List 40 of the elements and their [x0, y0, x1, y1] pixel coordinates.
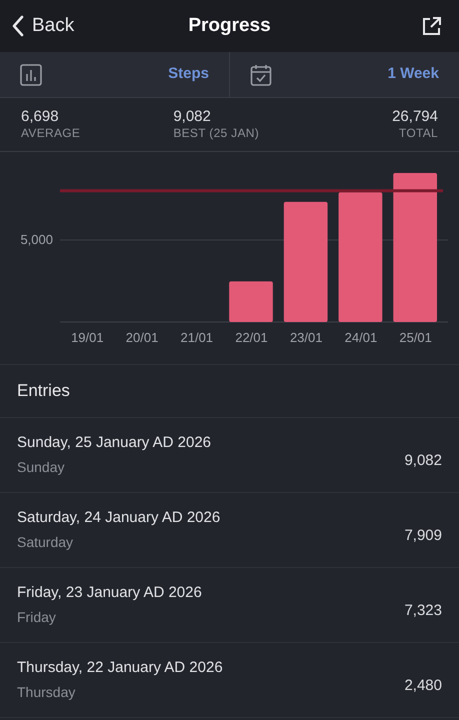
metric-selector[interactable]: Steps [168, 63, 209, 86]
bar [229, 281, 273, 322]
entry-weekday: Saturday [17, 533, 74, 552]
stat-label: AVERAGE [21, 126, 80, 142]
entry-value: 2,480 [404, 676, 442, 696]
axis-label: 20/01 [126, 330, 158, 345]
stat-value: 26,794 [392, 108, 438, 126]
axis-label: 22/01 [235, 330, 268, 345]
entry-row[interactable]: Saturday, 24 January AD 2026 Saturday 7,909 [0, 493, 459, 568]
entry-weekday: Friday [17, 608, 57, 628]
entry-row[interactable]: Friday, 23 January AD 2026 Friday 7,323 [0, 568, 459, 643]
bar-chart-icon[interactable] [20, 64, 42, 86]
entry-date: Saturday, 24 January AD 2026 [17, 508, 220, 528]
axis-label: 21/01 [180, 330, 214, 345]
stat-label: BEST (25 JAN) [173, 126, 260, 142]
entry-date: Sunday, 25 January AD 2026 [17, 432, 212, 453]
section-heading: Entries [0, 365, 459, 418]
axis-label: 25/01 [399, 330, 432, 345]
stat-label: TOTAL [398, 126, 438, 142]
entry-row[interactable]: Thursday, 22 January AD 2026 Thursday 2,480 [0, 643, 459, 718]
axis-label: 19/01 [71, 330, 104, 345]
stat-value: 9,082 [173, 108, 211, 126]
entry-value: 9,082 [404, 450, 442, 471]
period-selector[interactable]: 1 Week [388, 63, 439, 86]
chevron-left-icon [12, 15, 24, 37]
back-button[interactable]: Back [12, 12, 74, 40]
entry-value: 7,323 [404, 600, 442, 621]
screen-title: Progress [188, 14, 271, 38]
entry-date: Friday, 23 January AD 2026 [17, 582, 202, 603]
axis-label: 23/01 [290, 330, 322, 345]
entry-row[interactable]: Sunday, 25 January AD 2026 Sunday 9,082 [0, 418, 459, 493]
share-icon[interactable] [421, 15, 443, 37]
stat-value: 6,698 [21, 108, 59, 126]
entry-weekday: Sunday [17, 458, 66, 478]
entry-weekday: Thursday [17, 683, 76, 702]
entry-value: 7,909 [404, 526, 442, 546]
axis-label: 24/01 [344, 330, 378, 345]
axis-label: 5,000 [20, 232, 53, 247]
calendar-check-icon[interactable] [250, 64, 272, 86]
entry-date: Thursday, 22 January AD 2026 [17, 658, 223, 678]
